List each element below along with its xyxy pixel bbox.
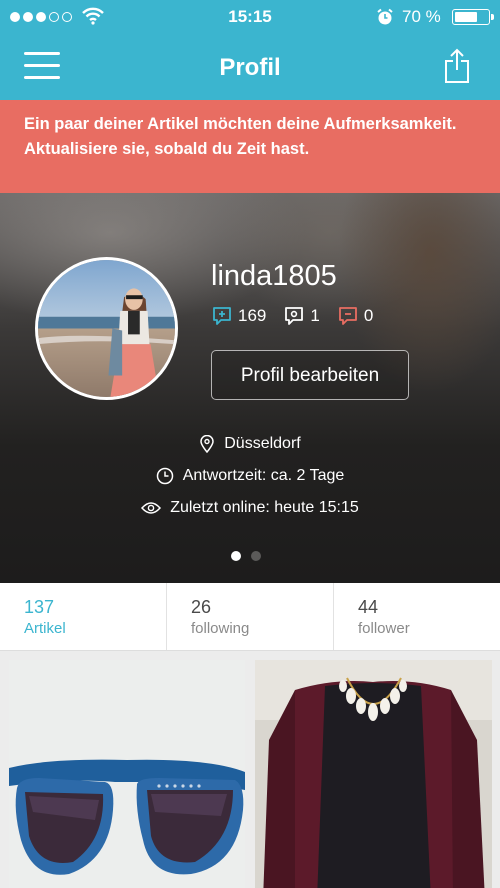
tab-following-count: 26: [191, 597, 212, 617]
sunglasses-photo: [9, 660, 245, 888]
positive-count: 169: [238, 306, 267, 325]
page-title: Profil: [219, 54, 281, 81]
positive-rating[interactable]: 169: [212, 306, 266, 326]
rating-stats: 169 1 0: [212, 306, 391, 326]
username: linda1805: [211, 260, 337, 292]
neutral-rating-icon: [285, 307, 304, 325]
tab-following[interactable]: 26 following: [167, 583, 334, 650]
neutral-count: 1: [310, 306, 320, 325]
article-card-sunglasses[interactable]: [9, 660, 245, 888]
page-dot-1[interactable]: [231, 551, 241, 561]
page-indicator[interactable]: [231, 551, 261, 561]
edit-profile-button[interactable]: Profil bearbeiten: [211, 350, 409, 400]
negative-rating[interactable]: 0: [338, 306, 373, 326]
clock-icon: [156, 467, 173, 485]
tab-follower-count: 44: [358, 597, 379, 617]
location-pin-icon: [200, 435, 215, 453]
tab-following-label: following: [191, 620, 250, 637]
last-online-text: Zuletzt online: heute 15:15: [170, 499, 359, 516]
tab-follower-label: follower: [358, 620, 410, 637]
negative-rating-icon: [338, 307, 357, 325]
profile-tabs: 137 Artikel 26 following 44 follower: [0, 583, 500, 651]
alarm-clock-icon: [377, 8, 393, 25]
article-card-sweater[interactable]: [255, 660, 492, 888]
battery-percent: 70 %: [402, 7, 441, 26]
burgundy-sweater-photo: [255, 660, 492, 888]
avatar[interactable]: [35, 257, 178, 400]
nav-bar: Profil: [0, 34, 500, 100]
profile-header: linda1805 169 1 0 Profil bearbeiten Düss…: [0, 193, 500, 583]
page-dot-2[interactable]: [251, 551, 261, 561]
tab-follower[interactable]: 44 follower: [334, 583, 500, 650]
tab-articles-label: Artikel: [24, 620, 66, 637]
tab-articles-count: 137: [24, 597, 55, 617]
neutral-rating[interactable]: 1: [284, 306, 320, 326]
location-text: Düsseldorf: [224, 435, 301, 452]
attention-banner[interactable]: Ein paar deiner Artikel möchten deine Au…: [0, 100, 500, 193]
tab-articles[interactable]: 137 Artikel: [0, 583, 167, 650]
response-time-row: Antwortzeit: ca. 2 Tage: [0, 467, 500, 485]
negative-count: 0: [363, 306, 374, 325]
last-online-row: Zuletzt online: heute 15:15: [0, 499, 500, 517]
response-time-text: Antwortzeit: ca. 2 Tage: [182, 467, 345, 484]
battery-icon: [452, 9, 494, 25]
article-grid: [0, 651, 500, 888]
eye-icon: [141, 502, 162, 514]
status-bar: 15:15 70 %: [0, 0, 500, 34]
share-icon[interactable]: [444, 48, 470, 84]
positive-rating-icon: [213, 307, 231, 325]
location-row: Düsseldorf: [0, 435, 500, 453]
